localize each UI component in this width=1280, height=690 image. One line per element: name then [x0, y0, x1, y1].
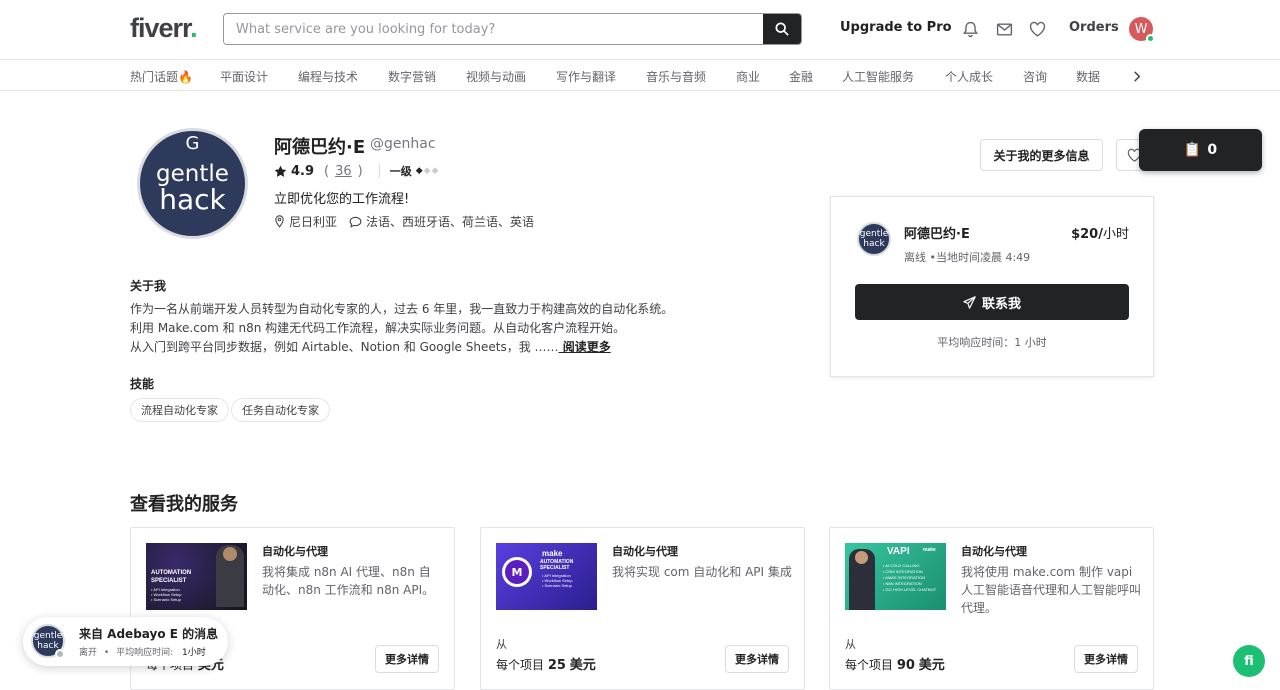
about-heading: 关于我 [130, 279, 167, 293]
gig-price: 每个项目 90 美元 [845, 658, 945, 673]
avg-response-time: 平均响应时间：1 小时 [937, 336, 1047, 349]
rating-row: 4.9 ( 36 ) 一级 ◆◆◆ [274, 163, 440, 179]
divider [378, 164, 380, 178]
seller-handle: @genhac [370, 136, 436, 152]
search-bar [223, 13, 802, 45]
gig-thumbnail: AUTOMATION SPECIALIST • API Integration •… [146, 543, 247, 610]
read-more-link[interactable]: 阅读更多 [559, 340, 611, 354]
category-finance[interactable]: 金融 [789, 68, 813, 85]
reviews-count-link[interactable]: 36 [335, 164, 352, 179]
contact-seller-name: 阿德巴约·E [904, 227, 970, 242]
search-button[interactable] [763, 14, 801, 44]
category-trending[interactable]: 热门话题🔥 [130, 68, 193, 85]
online-indicator [1146, 34, 1155, 43]
more-details-button[interactable]: 更多详情 [1074, 645, 1138, 673]
about-text: 作为一名从前端开发人员转型为自动化专家的人，过去 6 年里，我一直致力于构建高效… [130, 302, 674, 354]
skills-heading: 技能 [130, 377, 155, 391]
gig-category: 自动化与代理 [612, 545, 678, 558]
messages-button[interactable] [994, 19, 1014, 39]
skill-tag[interactable]: 流程自动化专家 [130, 398, 229, 422]
message-popup-status: 离开 • 平均响应时间: 1小时 [79, 648, 206, 658]
category-programming[interactable]: 编程与技术 [298, 68, 358, 85]
profile-avatar: G gentle hack [137, 128, 248, 239]
category-data[interactable]: 数据 [1076, 68, 1100, 85]
seller-small-avatar: gentle hack [857, 222, 891, 256]
gig-thumbnail: VAPI make • AI COLD CALLING • CRM INTEGRA… [845, 543, 946, 610]
message-popup-title: 来自 Adebayo E 的消息 [79, 627, 219, 641]
category-next-button[interactable] [1127, 65, 1147, 87]
more-about-me-button[interactable]: 关于我的更多信息 [980, 139, 1103, 171]
orders-link[interactable]: Orders [1069, 20, 1119, 35]
hourly-rate: $20/小时 [1071, 227, 1129, 242]
user-avatar[interactable]: W [1129, 17, 1155, 43]
gig-price: 每个项目 25 美元 [496, 658, 596, 673]
heart-icon [1029, 21, 1045, 37]
seller-status: 离线 •当地时间凌晨 4:49 [904, 251, 1031, 264]
location-pin-icon [275, 215, 284, 228]
category-consulting[interactable]: 咨询 [1023, 68, 1047, 85]
gig-card[interactable]: VAPI make • AI COLD CALLING • CRM INTEGRA… [829, 527, 1154, 690]
gig-category: 自动化与代理 [262, 545, 328, 558]
category-graphic-design[interactable]: 平面设计 [220, 68, 268, 85]
level-diamonds-icon: ◆◆◆ [415, 166, 440, 176]
saved-lists-button[interactable] [1027, 19, 1047, 39]
category-business[interactable]: 商业 [736, 68, 760, 85]
top-header: fiverr. Upgrade to Pro Orders W [0, 0, 1280, 60]
rating-value: 4.9 [291, 163, 315, 179]
seller-meta: 尼日利亚 法语、西班牙语、荷兰语、英语 [274, 213, 534, 230]
fiverr-logo[interactable]: fiverr. [130, 13, 198, 44]
gig-thumbnail: M make AUTOMATION SPECIALIST • API Integ… [496, 543, 597, 610]
category-personal-growth[interactable]: 个人成长 [945, 68, 993, 85]
skill-tag[interactable]: 任务自动化专家 [231, 398, 330, 422]
seller-tagline: 立即优化您的工作流程! [274, 192, 410, 207]
bell-icon [962, 21, 978, 37]
speech-bubble-icon [349, 216, 362, 228]
seller-languages: 法语、西班牙语、荷兰语、英语 [366, 215, 535, 229]
gig-from-label: 从 [845, 638, 856, 651]
category-digital-marketing[interactable]: 数字营销 [388, 68, 436, 85]
star-icon [274, 165, 287, 177]
category-video-animation[interactable]: 视频与动画 [466, 68, 526, 85]
seller-name: 阿德巴约·E [274, 137, 366, 158]
away-indicator [55, 649, 65, 659]
chevron-right-icon [1134, 70, 1141, 82]
notifications-button[interactable] [960, 19, 980, 39]
gig-title[interactable]: 我将实现 com 自动化和 API 集成 [612, 563, 792, 581]
gig-title[interactable]: 我将集成 n8n AI 代理、n8n 自动化、n8n 工作流和 n8n API。 [262, 563, 442, 599]
category-music-audio[interactable]: 音乐与音频 [646, 68, 706, 85]
more-details-button[interactable]: 更多详情 [725, 645, 789, 673]
services-heading: 查看我的服务 [130, 494, 238, 515]
upgrade-to-pro-link[interactable]: Upgrade to Pro [840, 20, 952, 35]
contact-card: gentle hack 阿德巴约·E $20/小时 离线 •当地时间凌晨 4:49… [830, 196, 1154, 377]
message-popup[interactable]: gentle hack 来自 Adebayo E 的消息 离开 • 平均响应时间:… [23, 617, 228, 666]
more-details-button[interactable]: 更多详情 [375, 645, 439, 673]
gig-title[interactable]: 我将使用 make.com 制作 vapi 人工智能语音代理和人工智能呼叫代理。 [961, 563, 1141, 617]
clipboard-icon: 📋 [1183, 142, 1202, 158]
seller-location: 尼日利亚 [289, 215, 338, 229]
contact-me-button[interactable]: 联系我 [855, 284, 1129, 320]
seller-level: 一级 [389, 165, 412, 178]
search-icon [775, 22, 789, 36]
search-input[interactable] [224, 14, 765, 44]
help-chat-button[interactable]: fi [1233, 645, 1265, 677]
cart-popup[interactable]: 📋 0 [1139, 129, 1262, 171]
gig-from-label: 从 [496, 638, 507, 651]
category-nav: 热门话题🔥 平面设计 编程与技术 数字营销 视频与动画 写作与翻译 音乐与音频 … [0, 61, 1280, 91]
category-ai-services[interactable]: 人工智能服务 [842, 68, 914, 85]
gig-card[interactable]: M make AUTOMATION SPECIALIST • API Integ… [480, 527, 805, 690]
category-writing-translation[interactable]: 写作与翻译 [556, 68, 616, 85]
gig-category: 自动化与代理 [961, 545, 1027, 558]
send-icon [963, 295, 976, 309]
cart-count: 0 [1207, 142, 1218, 158]
envelope-icon [996, 22, 1012, 36]
